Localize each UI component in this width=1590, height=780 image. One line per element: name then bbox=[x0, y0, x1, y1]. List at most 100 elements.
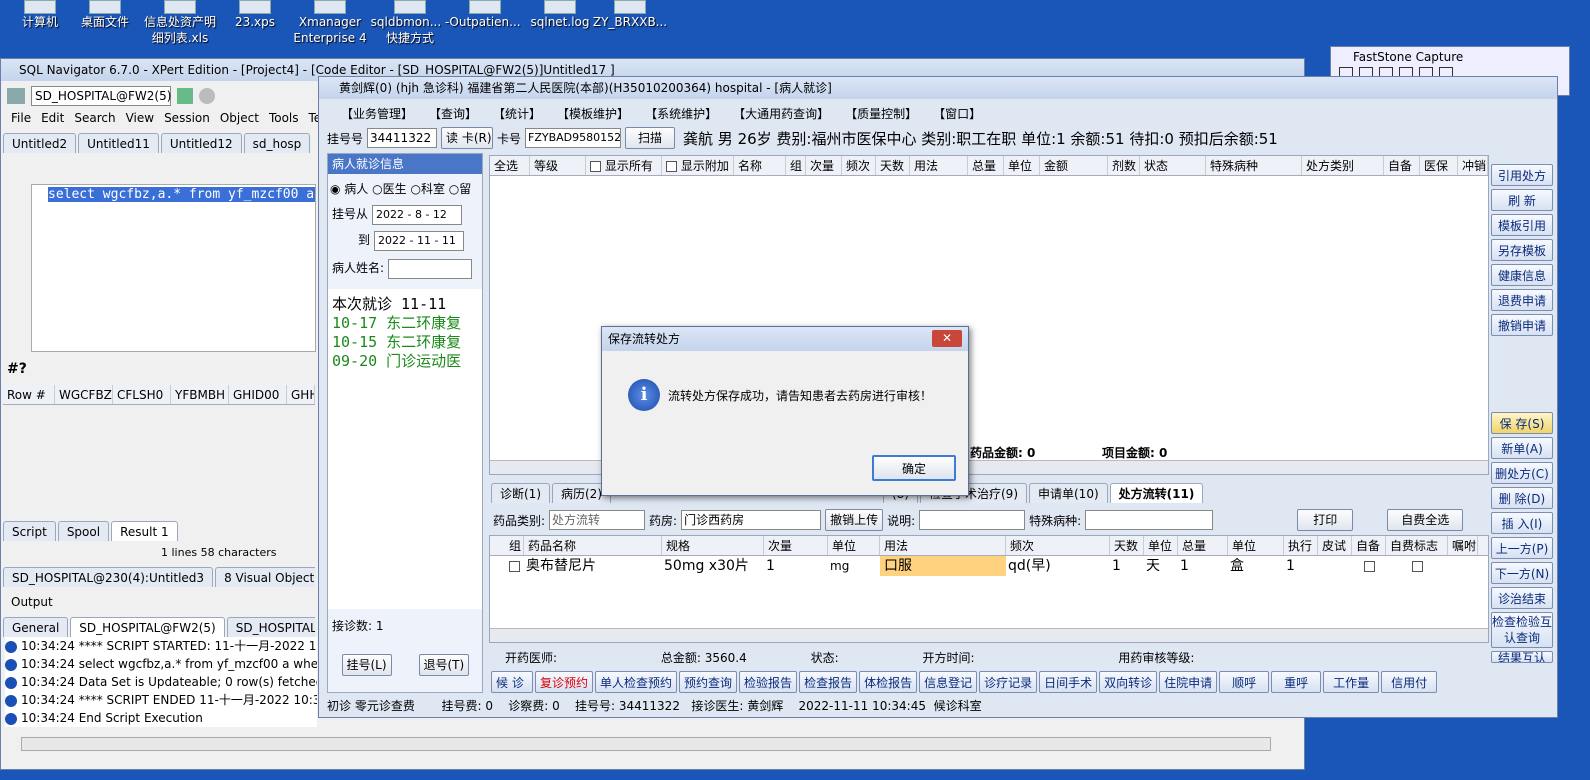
print-button[interactable]: 打印 bbox=[1297, 509, 1354, 531]
scan-button[interactable]: 扫描 bbox=[625, 127, 676, 149]
register-button[interactable]: 挂号(L) bbox=[341, 654, 392, 676]
name-input[interactable] bbox=[388, 259, 473, 279]
cite-rx-button[interactable]: 引用处方 bbox=[1491, 164, 1553, 186]
grid-col[interactable]: 次量 bbox=[764, 536, 828, 555]
sql-editor[interactable]: select wgcfbz,a.* from yf_mzcf00 a bbox=[31, 184, 316, 352]
grid-col[interactable]: 单位 bbox=[1228, 536, 1284, 555]
menu-item[interactable]: 【质量控制】 bbox=[851, 107, 917, 121]
refund-request-button[interactable]: 退费申请 bbox=[1491, 289, 1553, 311]
tab-result[interactable]: Result 1 bbox=[111, 521, 178, 541]
tab-diagnosis[interactable]: 诊断(1) bbox=[491, 483, 550, 503]
date-from-input[interactable]: 2022 - 8 - 12 bbox=[372, 205, 463, 225]
cell-total-unit[interactable]: 盒 bbox=[1228, 556, 1284, 576]
read-card-button[interactable]: 读 卡(R) bbox=[441, 127, 494, 149]
grid-col[interactable]: YFBMBH bbox=[171, 385, 229, 404]
info-register-button[interactable]: 信息登记 bbox=[919, 671, 978, 693]
grid-col[interactable]: 执行 bbox=[1284, 536, 1318, 555]
output-tab[interactable]: General bbox=[3, 617, 69, 637]
grid-col[interactable]: 天数 bbox=[1110, 536, 1144, 555]
radio-patient[interactable]: ◉ 病人 bbox=[330, 182, 368, 196]
grid-col[interactable]: 频次 bbox=[1006, 536, 1110, 555]
grid-col[interactable]: 次量 bbox=[806, 156, 842, 175]
waiting-button[interactable]: 候 诊 bbox=[491, 671, 533, 693]
menu-item[interactable]: 【模板维护】 bbox=[563, 107, 629, 121]
delete-button[interactable]: 删 除(D) bbox=[1491, 487, 1553, 509]
menu-file[interactable]: File bbox=[11, 111, 31, 125]
cell-days[interactable]: 1 bbox=[1110, 556, 1144, 576]
menu-search[interactable]: Search bbox=[74, 111, 115, 125]
grid-col[interactable]: CFLSH0 bbox=[113, 385, 171, 404]
desktop-icon-xmanager[interactable]: Xmanager Enterprise 4 bbox=[290, 0, 370, 46]
menu-tools[interactable]: Tools bbox=[269, 111, 299, 125]
grid-col[interactable]: 单位 bbox=[828, 536, 880, 555]
delete-rx-button[interactable]: 删处方(C) bbox=[1491, 462, 1553, 484]
doc-tab[interactable]: Untitled11 bbox=[78, 133, 159, 153]
card-input[interactable]: FZYBAD9580152 bbox=[525, 128, 621, 148]
doc-tab[interactable]: Untitled2 bbox=[3, 133, 77, 153]
grid-col[interactable]: 自备 bbox=[1352, 536, 1386, 555]
grid-col[interactable]: GHH0 bbox=[287, 385, 315, 404]
save-template-button[interactable]: 另存模板 bbox=[1491, 239, 1553, 261]
desktop-icon-xps[interactable]: 23.xps bbox=[215, 0, 295, 30]
grid-col[interactable]: WGCFBZ bbox=[55, 385, 113, 404]
grid-col[interactable]: 皮试 bbox=[1318, 536, 1352, 555]
grid-col[interactable]: 总量 bbox=[1178, 536, 1228, 555]
grid-col[interactable]: 特殊病种 bbox=[1206, 156, 1302, 175]
checkbox[interactable] bbox=[666, 161, 677, 172]
menu-item[interactable]: 【窗口】 bbox=[939, 107, 981, 121]
grid-col[interactable]: 等级 bbox=[530, 156, 586, 175]
template-cite-button[interactable]: 模板引用 bbox=[1491, 214, 1553, 236]
doc-tab[interactable]: sd_hosp bbox=[243, 133, 311, 153]
tab-rx-transfer[interactable]: 处方流转(11) bbox=[1109, 483, 1204, 503]
workload-button[interactable]: 工作量 bbox=[1323, 671, 1380, 693]
radio-dept[interactable]: ○科室 bbox=[410, 182, 445, 196]
table-row[interactable]: 奥布替尼片 50mg x30片 1 mg 口服 qd(早) 1 天 1 盒 1 bbox=[490, 556, 1488, 576]
grid-col[interactable]: 频次 bbox=[842, 156, 876, 175]
grid-col[interactable]: 组 bbox=[490, 536, 524, 555]
recall-button[interactable]: 重呼 bbox=[1271, 671, 1322, 693]
lab-report-button[interactable]: 检验报告 bbox=[739, 671, 798, 693]
menu-item[interactable]: 【查询】 bbox=[435, 107, 477, 121]
grid-col[interactable]: 总量 bbox=[968, 156, 1004, 175]
menu-item[interactable]: 【业务管理】 bbox=[341, 107, 413, 121]
grid-col[interactable]: 显示所有 bbox=[586, 156, 662, 175]
radio-doctor[interactable]: ○医生 bbox=[372, 182, 407, 196]
physical-report-button[interactable]: 体检报告 bbox=[859, 671, 918, 693]
project-tab[interactable]: 8 Visual Object Editor bbox=[215, 567, 315, 587]
close-icon[interactable] bbox=[199, 88, 215, 104]
prev-rx-button[interactable]: 上一方(P) bbox=[1491, 537, 1553, 559]
dialog-close-icon[interactable]: ✕ bbox=[932, 330, 962, 347]
call-button[interactable]: 顺呼 bbox=[1219, 671, 1270, 693]
pharmacy-select[interactable]: 门诊西药房 bbox=[681, 510, 822, 530]
grid-col[interactable]: 自费标志 bbox=[1386, 536, 1448, 555]
connect-icon[interactable] bbox=[7, 88, 25, 104]
select-all-button[interactable]: 自费全选 bbox=[1387, 509, 1464, 531]
save-button[interactable]: 保 存(S) bbox=[1491, 412, 1553, 434]
ok-button[interactable]: 确定 bbox=[872, 455, 956, 481]
desktop-icon-zy[interactable]: ZY_BRXXB... bbox=[590, 0, 670, 30]
next-rx-button[interactable]: 下一方(N) bbox=[1491, 562, 1553, 584]
result-recognize-button[interactable]: 结果互认 bbox=[1491, 651, 1553, 663]
grid-col[interactable]: 名称 bbox=[734, 156, 786, 175]
exam-appointment-button[interactable]: 单人检查预约 bbox=[595, 671, 678, 693]
cell-freq[interactable]: qd(早) bbox=[1006, 556, 1110, 576]
desktop-icon-sqlnet[interactable]: sqlnet.log bbox=[520, 0, 600, 30]
menu-view[interactable]: View bbox=[126, 111, 154, 125]
cell-total[interactable]: 1 bbox=[1178, 556, 1228, 576]
checkbox[interactable] bbox=[590, 161, 601, 172]
grid-col[interactable]: 组 bbox=[786, 156, 806, 175]
tree-item[interactable]: 本次就诊 11-11 bbox=[332, 295, 478, 314]
tab-spool[interactable]: Spool bbox=[57, 521, 110, 541]
mutual-query-button[interactable]: 检查检验互认查询 bbox=[1491, 612, 1553, 648]
cancel-request-button[interactable]: 撤销申请 bbox=[1491, 314, 1553, 336]
unregister-button[interactable]: 退号(T) bbox=[418, 654, 469, 676]
grid-col[interactable]: GHID00 bbox=[229, 385, 287, 404]
note-select[interactable] bbox=[919, 510, 1026, 530]
menu-item[interactable]: 【系统维护】 bbox=[651, 107, 717, 121]
grid-col[interactable]: 药品名称 bbox=[524, 536, 662, 555]
credit-pay-button[interactable]: 信用付 bbox=[1381, 671, 1438, 693]
menu-edit[interactable]: Edit bbox=[41, 111, 64, 125]
grid-col[interactable]: 显示附加 bbox=[662, 156, 734, 175]
grid-col[interactable]: 用法 bbox=[880, 536, 1006, 555]
grid-col[interactable]: 单位 bbox=[1004, 156, 1040, 175]
